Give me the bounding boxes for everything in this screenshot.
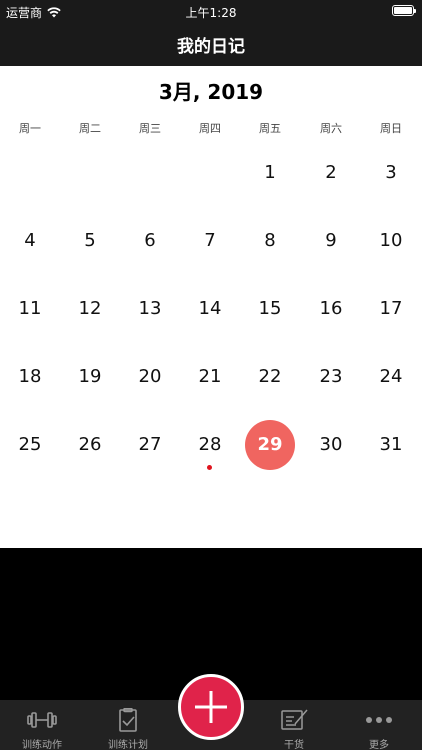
day-number: 15 <box>258 298 282 319</box>
battery-fill <box>394 7 412 14</box>
month-title: 3月, 2019 <box>158 80 264 104</box>
calendar-day[interactable]: 29 <box>240 420 300 470</box>
day-number: 8 <box>264 230 276 251</box>
calendar-day[interactable]: 17 <box>361 284 421 334</box>
day-number: 13 <box>138 298 162 319</box>
calendar-day[interactable]: 5 <box>60 216 120 266</box>
calendar: 3月, 2019 周一 周二 周三 周四 周五 周六 周日 1 2 3 4 5 6 7 8 9 10 11 12 1… <box>0 66 422 548</box>
day-number: 4 <box>24 230 36 251</box>
day-number: 12 <box>78 298 102 319</box>
day-number: 30 <box>319 434 343 455</box>
day-number: 31 <box>379 434 403 455</box>
weekday-label: 周二 <box>79 122 101 135</box>
tab-label: 更多 <box>369 740 389 750</box>
calendar-day[interactable]: 8 <box>240 216 300 266</box>
day-number: 28 <box>198 434 222 455</box>
day-number: 22 <box>258 366 282 387</box>
weekday-label: 周五 <box>259 122 281 135</box>
calendar-day[interactable]: 13 <box>120 284 180 334</box>
day-number: 14 <box>198 298 222 319</box>
calendar-day[interactable]: 23 <box>301 352 361 402</box>
day-number: 29 <box>257 434 283 455</box>
day-number: 5 <box>84 230 96 251</box>
calendar-day[interactable]: 9 <box>301 216 361 266</box>
diary-entry-marker <box>207 465 212 470</box>
clipboard-check-icon <box>119 708 137 732</box>
day-number: 10 <box>379 230 403 251</box>
calendar-day[interactable]: 6 <box>120 216 180 266</box>
weekday-label: 周三 <box>139 122 161 135</box>
battery-icon <box>392 5 416 16</box>
tab-label: 干货 <box>284 740 304 750</box>
status-bar: 运营商 上午1:28 <box>0 0 422 22</box>
day-number: 9 <box>325 230 337 251</box>
article-edit-icon <box>281 709 308 730</box>
day-number: 19 <box>78 366 102 387</box>
calendar-day[interactable]: 12 <box>60 284 120 334</box>
day-number: 23 <box>319 366 343 387</box>
calendar-day[interactable]: 27 <box>120 420 180 470</box>
calendar-day[interactable]: 7 <box>180 216 240 266</box>
day-number: 21 <box>198 366 222 387</box>
calendar-day[interactable]: 31 <box>361 420 421 470</box>
tab-more[interactable]: 更多 <box>344 700 414 750</box>
calendar-day[interactable]: 1 <box>240 148 300 198</box>
page-title: 我的日记 <box>177 36 245 57</box>
calendar-day[interactable]: 4 <box>0 216 60 266</box>
day-number: 24 <box>379 366 403 387</box>
calendar-day[interactable]: 24 <box>361 352 421 402</box>
calendar-day[interactable]: 20 <box>120 352 180 402</box>
calendar-day[interactable]: 25 <box>0 420 60 470</box>
weekday-label: 周日 <box>380 122 402 135</box>
day-number: 16 <box>319 298 343 319</box>
calendar-day[interactable]: 15 <box>240 284 300 334</box>
calendar-day[interactable]: 18 <box>0 352 60 402</box>
day-number: 18 <box>18 366 42 387</box>
dumbbell-icon <box>27 712 57 728</box>
calendar-day[interactable]: 16 <box>301 284 361 334</box>
weekday-label: 周四 <box>199 122 221 135</box>
day-number: 25 <box>18 434 42 455</box>
weekday-header: 周一 周二 周三 周四 周五 周六 周日 <box>0 120 422 135</box>
day-number: 6 <box>144 230 156 251</box>
app-screen: 运营商 上午1:28 我的日记 3月, 2019 周一 周二 周三 周四 周五 周六 周日 … <box>0 0 422 750</box>
day-number: 17 <box>379 298 403 319</box>
tab-label: 训练动作 <box>22 740 62 750</box>
tab-label: 训练计划 <box>108 740 148 750</box>
calendar-day[interactable]: 14 <box>180 284 240 334</box>
weekday-label: 周一 <box>19 122 41 135</box>
day-number: 7 <box>204 230 216 251</box>
day-number: 1 <box>264 162 276 183</box>
tab-articles[interactable]: 干货 <box>259 700 329 750</box>
day-number: 26 <box>78 434 102 455</box>
calendar-day[interactable]: 2 <box>301 148 361 198</box>
day-number: 3 <box>385 162 397 183</box>
calendar-day[interactable]: 26 <box>60 420 120 470</box>
tab-training-plan[interactable]: 训练计划 <box>93 700 163 750</box>
day-number: 11 <box>18 298 42 319</box>
day-number: 27 <box>138 434 162 455</box>
calendar-day[interactable]: 3 <box>361 148 421 198</box>
calendar-day[interactable]: 30 <box>301 420 361 470</box>
add-entry-button[interactable] <box>178 674 244 740</box>
calendar-day[interactable]: 11 <box>0 284 60 334</box>
tab-training-moves[interactable]: 训练动作 <box>7 700 77 750</box>
calendar-day[interactable]: 21 <box>180 352 240 402</box>
nav-bar: 我的日记 <box>0 22 422 66</box>
day-number: 2 <box>325 162 337 183</box>
calendar-day[interactable]: 19 <box>60 352 120 402</box>
weekday-label: 周六 <box>320 122 342 135</box>
calendar-day[interactable]: 28 <box>180 420 240 470</box>
calendar-day[interactable]: 22 <box>240 352 300 402</box>
status-time: 上午1:28 <box>185 6 237 20</box>
plus-icon <box>195 691 227 723</box>
calendar-day[interactable]: 10 <box>361 216 421 266</box>
day-number: 20 <box>138 366 162 387</box>
more-dots-icon <box>366 717 392 723</box>
